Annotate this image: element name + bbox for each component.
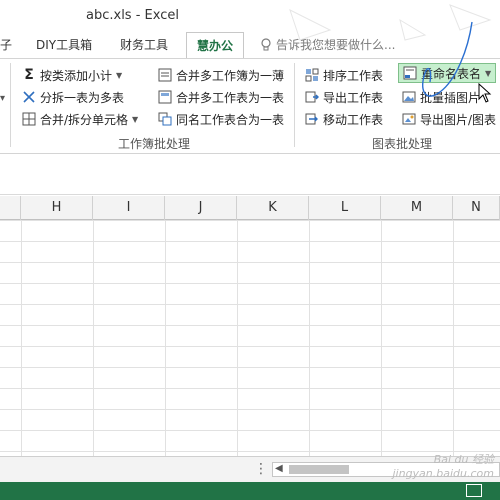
formula-area[interactable] [0,155,500,195]
normal-view-icon[interactable] [466,484,482,497]
column-header-l[interactable]: L [309,196,381,220]
column-header-j[interactable]: J [165,196,237,220]
column-header-i[interactable]: I [93,196,165,220]
column-header-row: H I J K L M N [0,196,500,220]
column-header-partial[interactable] [0,196,21,220]
pen-annotation-icon [422,21,473,97]
column-header-n[interactable]: N [453,196,500,220]
scroll-left-arrow-icon[interactable]: ◀ [275,463,283,474]
excel-window: abc.xls - Excel 子 DIY工具箱 财务工具 慧办公 告诉我您想要… [0,0,500,500]
column-header-h[interactable]: H [21,196,93,220]
cell-grid[interactable] [0,220,500,456]
column-header-m[interactable]: M [381,196,453,220]
watermark-text: Bai du 经验 jingyan.baidu.com [392,453,494,480]
more-options-icon[interactable]: ⋮ [254,461,268,477]
column-header-k[interactable]: K [237,196,309,220]
status-bar [0,482,500,500]
scrollbar-thumb[interactable] [289,465,349,474]
